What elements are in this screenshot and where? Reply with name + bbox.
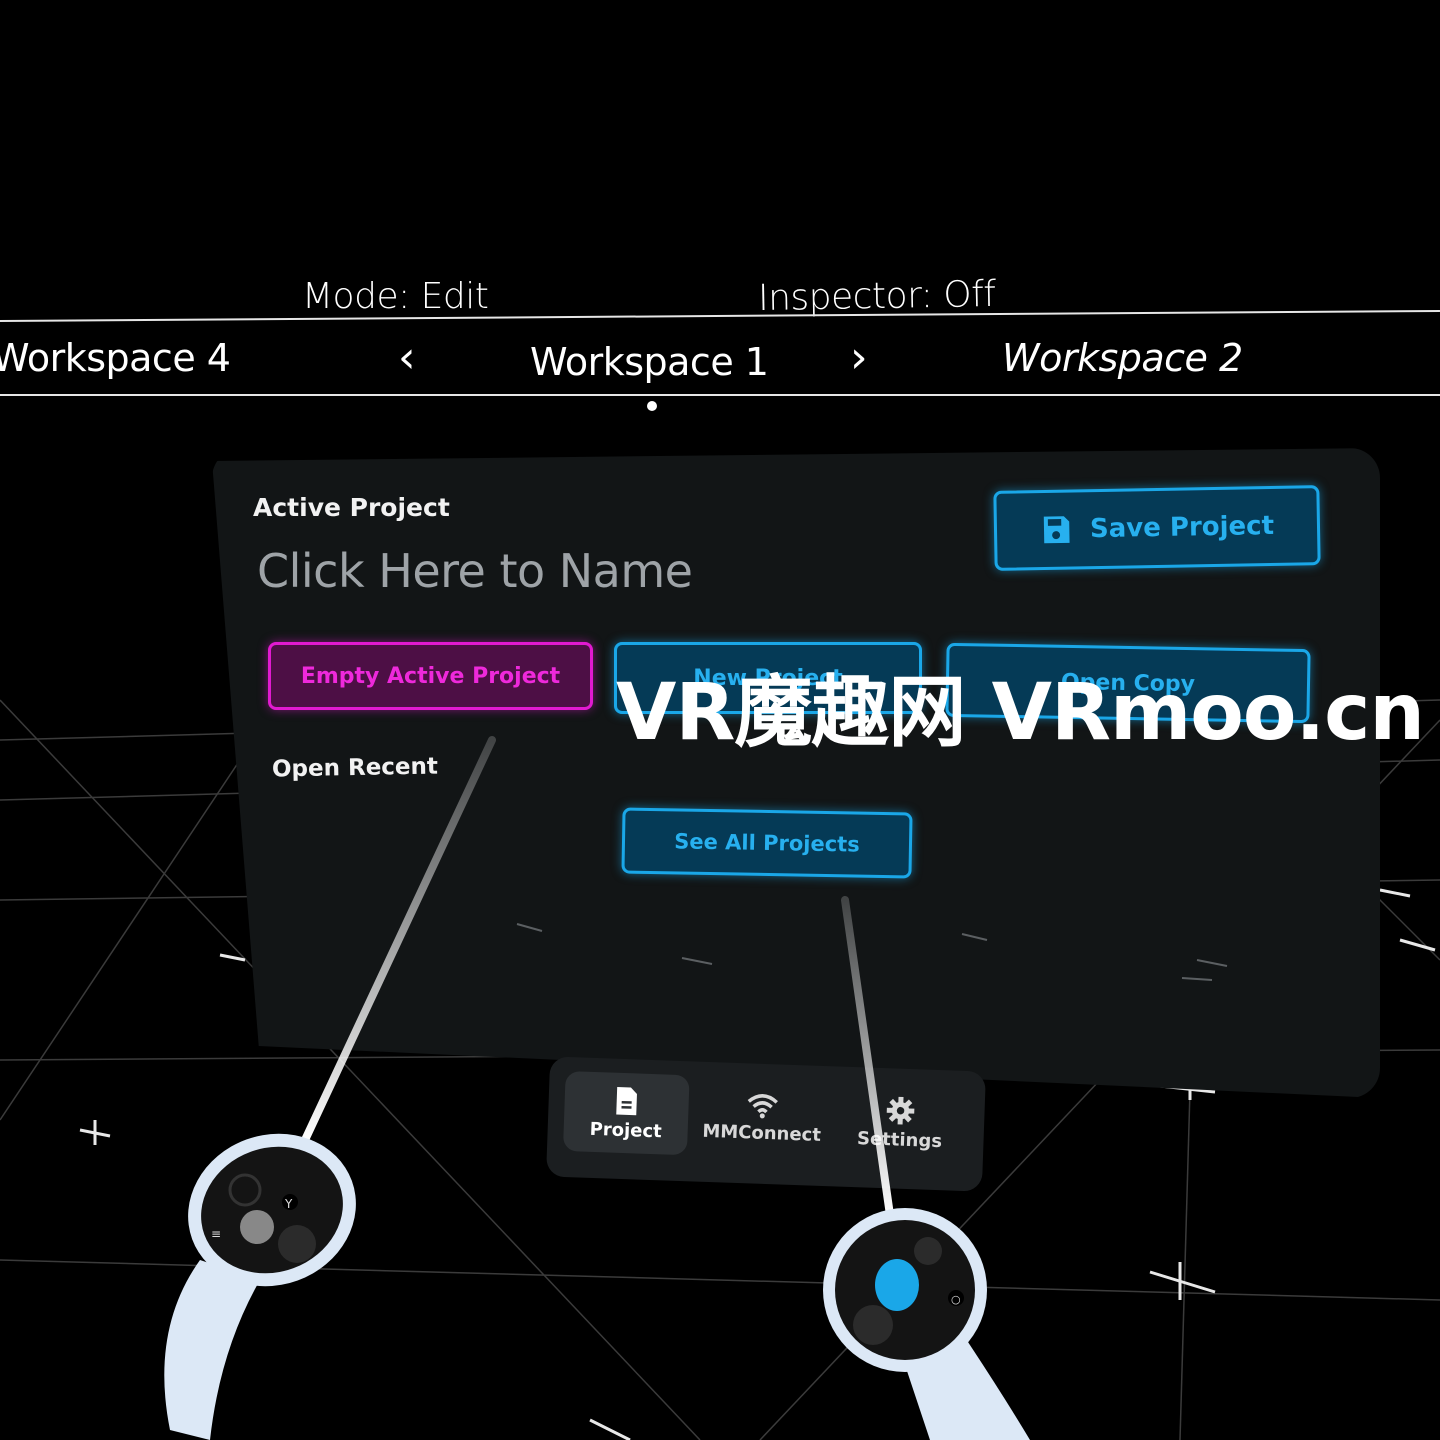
- controllers-layer: Y ≡ ○: [164, 736, 1030, 1440]
- thumbstick-icon: [240, 1210, 274, 1244]
- thumbstick-rest-icon: [278, 1225, 316, 1263]
- right-pointer-ray: [841, 896, 894, 1219]
- left-controller: Y ≡: [164, 1133, 356, 1440]
- vr-scene: Mode: Edit Inspector: Off Workspace 4 ‹ …: [0, 0, 1440, 1440]
- oculus-button-icon: ○: [951, 1293, 961, 1306]
- menu-button-icon: ≡: [211, 1227, 221, 1241]
- y-button-icon: Y: [284, 1197, 293, 1211]
- thumbstick-active-icon: [875, 1259, 919, 1311]
- right-controller: ○: [823, 1208, 1030, 1440]
- left-pointer-ray: [301, 736, 496, 1144]
